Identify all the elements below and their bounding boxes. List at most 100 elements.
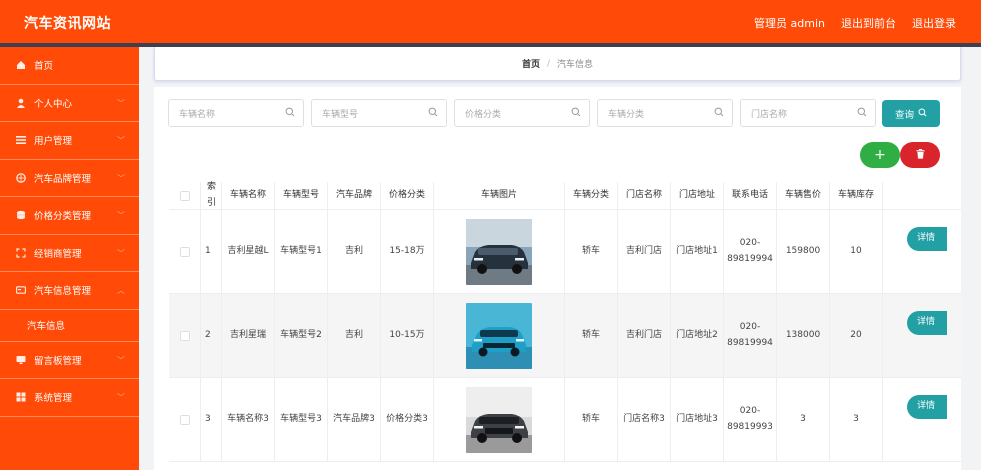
col-brand: 汽车品牌 bbox=[328, 182, 381, 209]
table-row: 2 吉利星瑞 车辆型号2 吉利 10-15万 轿车 吉利门店 门店地址2 020… bbox=[169, 294, 961, 378]
cell-category: 轿车 bbox=[565, 378, 618, 461]
detail-button[interactable]: 详情 bbox=[907, 226, 947, 251]
chevron-down-icon: ﹀ bbox=[117, 211, 125, 220]
sidebar-item-car-info[interactable]: 汽车信息管理 ︿ bbox=[0, 272, 139, 310]
search-icon bbox=[428, 107, 438, 120]
cell-phone: 020-89819993 bbox=[724, 378, 777, 461]
sidebar-item-label: 经销商管理 bbox=[34, 248, 82, 260]
sidebar-subitem-car-info[interactable]: 汽车信息 bbox=[0, 310, 139, 342]
sidebar-item-label: 系统管理 bbox=[34, 393, 73, 405]
chevron-down-icon: ﹀ bbox=[117, 393, 125, 402]
sidebar-item-price-categories[interactable]: 价格分类管理 ﹀ bbox=[0, 197, 139, 235]
search-icon bbox=[918, 107, 927, 120]
sidebar-subitem-label: 汽车信息 bbox=[27, 321, 66, 332]
cell-brand: 吉利 bbox=[328, 210, 381, 293]
row-checkbox[interactable] bbox=[179, 414, 190, 425]
col-price: 车辆售价 bbox=[777, 182, 830, 209]
cell-price: 138000 bbox=[777, 294, 830, 377]
cell-model: 车辆型号3 bbox=[275, 378, 328, 461]
plus-icon: + bbox=[874, 147, 886, 163]
search-car-name-input[interactable]: 车辆名称 bbox=[168, 99, 304, 127]
cell-price-category: 10-15万 bbox=[381, 294, 434, 377]
user-icon bbox=[16, 98, 26, 108]
col-model: 车辆型号 bbox=[275, 182, 328, 209]
col-phone: 联系电话 bbox=[724, 182, 777, 209]
row-checkbox[interactable] bbox=[179, 246, 190, 257]
sidebar-item-system[interactable]: 系统管理 ﹀ bbox=[0, 379, 139, 417]
cell-name: 吉利星越L bbox=[222, 210, 275, 293]
sidebar-item-label: 个人中心 bbox=[34, 98, 73, 110]
cell-model: 车辆型号1 bbox=[275, 210, 328, 293]
breadcrumb-current: 汽车信息 bbox=[557, 60, 594, 70]
cell-stock: 10 bbox=[830, 210, 883, 293]
search-car-model-input[interactable]: 车辆型号 bbox=[311, 99, 447, 127]
sidebar-item-label: 留言板管理 bbox=[34, 355, 82, 367]
search-placeholder: 车辆分类 bbox=[608, 109, 645, 120]
cell-address: 门店地址3 bbox=[671, 378, 724, 461]
search-store-name-input[interactable]: 门店名称 bbox=[740, 99, 876, 127]
search-icon bbox=[857, 107, 867, 120]
sidebar-item-home[interactable]: 首页 bbox=[0, 47, 139, 85]
globe-icon bbox=[16, 172, 26, 183]
sidebar: 首页 个人中心 ﹀ 用户管理 ﹀ 汽车品牌管理 ﹀ 价格分类管理 ﹀ 经销商管理… bbox=[0, 47, 139, 470]
car-image[interactable] bbox=[466, 302, 532, 369]
top-actions: 管理员 admin 退出到前台 退出登录 bbox=[754, 15, 956, 31]
stack-icon bbox=[16, 210, 26, 220]
chevron-up-icon: ︿ bbox=[117, 286, 125, 295]
breadcrumb: 首页 / 汽车信息 bbox=[154, 47, 961, 81]
cell-category: 轿车 bbox=[565, 294, 618, 377]
search-car-category-input[interactable]: 车辆分类 bbox=[597, 99, 733, 127]
expand-icon bbox=[16, 248, 26, 258]
row-checkbox[interactable] bbox=[179, 330, 190, 341]
col-image: 车辆图片 bbox=[434, 182, 565, 209]
breadcrumb-separator: / bbox=[546, 58, 551, 69]
cell-name: 吉利星瑞 bbox=[222, 294, 275, 377]
car-image[interactable] bbox=[466, 386, 532, 453]
cell-price: 159800 bbox=[777, 210, 830, 293]
chevron-down-icon: ﹀ bbox=[117, 173, 125, 183]
select-all-checkbox[interactable] bbox=[179, 190, 190, 201]
cell-price-category: 15-18万 bbox=[381, 210, 434, 293]
col-store: 门店名称 bbox=[618, 182, 671, 209]
breadcrumb-home[interactable]: 首页 bbox=[522, 57, 540, 70]
grid-icon bbox=[16, 392, 26, 402]
detail-button[interactable]: 详情 bbox=[907, 394, 947, 419]
col-price-category: 价格分类 bbox=[381, 182, 434, 209]
detail-button[interactable]: 详情 bbox=[907, 310, 947, 335]
go-front-link[interactable]: 退出到前台 bbox=[841, 15, 896, 31]
table-header: 索引 车辆名称 车辆型号 汽车品牌 价格分类 车辆图片 车辆分类 门店名称 门店… bbox=[169, 182, 961, 210]
search-placeholder: 车辆型号 bbox=[322, 109, 359, 120]
cell-index: 1 bbox=[201, 210, 222, 293]
search-placeholder: 价格分类 bbox=[465, 109, 502, 120]
chevron-down-icon: ﹀ bbox=[117, 136, 125, 145]
chevron-down-icon: ﹀ bbox=[117, 98, 125, 108]
search-icon bbox=[571, 107, 581, 120]
cell-stock: 20 bbox=[830, 294, 883, 377]
cell-brand: 汽车品牌3 bbox=[328, 378, 381, 461]
search-placeholder: 门店名称 bbox=[751, 109, 788, 120]
sidebar-item-profile[interactable]: 个人中心 ﹀ bbox=[0, 85, 139, 122]
list-icon bbox=[16, 135, 26, 145]
chevron-down-icon: ﹀ bbox=[117, 248, 125, 258]
cell-index: 2 bbox=[201, 294, 222, 377]
search-icon bbox=[285, 107, 295, 120]
sidebar-item-users[interactable]: 用户管理 ﹀ bbox=[0, 122, 139, 160]
sidebar-item-messages[interactable]: 留言板管理 ﹀ bbox=[0, 342, 139, 379]
admin-user-label: 管理员 admin bbox=[754, 17, 825, 30]
search-row: 车辆名称 车辆型号 价格分类 车辆分类 门店名称 bbox=[168, 99, 876, 127]
cell-price: 3 bbox=[777, 378, 830, 461]
query-button[interactable]: 查询 bbox=[882, 100, 940, 127]
cell-store: 门店名称3 bbox=[618, 378, 671, 461]
add-button[interactable]: + bbox=[860, 142, 900, 168]
monitor-icon bbox=[16, 355, 26, 365]
delete-button[interactable] bbox=[900, 142, 940, 168]
search-price-category-input[interactable]: 价格分类 bbox=[454, 99, 590, 127]
table-row: 3 车辆名称3 车辆型号3 汽车品牌3 价格分类3 轿车 门店名称3 门店地址3… bbox=[169, 378, 961, 462]
app-title: 汽车资讯网站 bbox=[24, 16, 111, 32]
sidebar-item-brands[interactable]: 汽车品牌管理 ﹀ bbox=[0, 160, 139, 197]
logout-link[interactable]: 退出登录 bbox=[912, 15, 956, 31]
cell-price-category: 价格分类3 bbox=[381, 378, 434, 461]
sidebar-item-dealers[interactable]: 经销商管理 ﹀ bbox=[0, 235, 139, 272]
car-image[interactable] bbox=[466, 218, 532, 285]
list-panel: 车辆名称 车辆型号 价格分类 车辆分类 门店名称 查询 + 索引 车辆名称 车辆… bbox=[154, 87, 961, 470]
